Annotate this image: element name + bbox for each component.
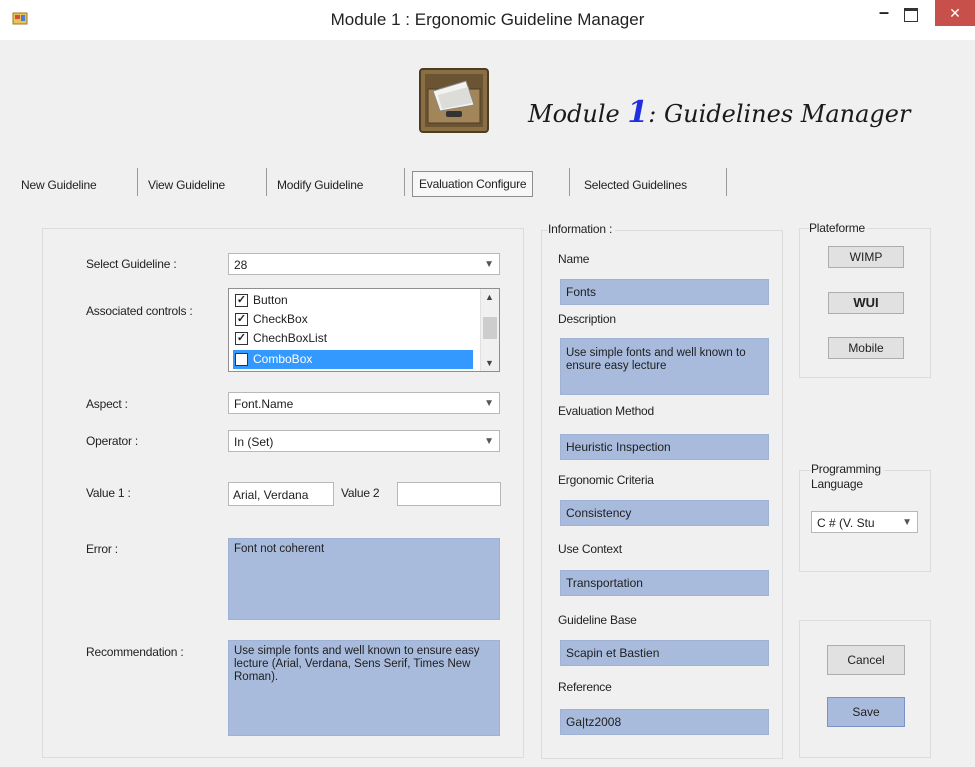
operator-value: In (Set) xyxy=(234,435,274,449)
mobile-button[interactable]: Mobile xyxy=(828,337,904,359)
list-item-label: CheckBox xyxy=(253,312,308,326)
programming-language-value: C # (V. Stu xyxy=(817,516,875,530)
tab-separator xyxy=(726,168,727,196)
guideline-base-field[interactable]: Scapin et Bastien xyxy=(560,640,769,666)
tab-separator xyxy=(137,168,138,196)
close-button[interactable]: ✕ xyxy=(935,0,975,26)
guideline-base-label: Guideline Base xyxy=(558,613,637,627)
chevron-down-icon: ▼ xyxy=(902,517,912,528)
wimp-button[interactable]: WIMP xyxy=(828,246,904,268)
aspect-label: Aspect : xyxy=(86,397,128,411)
description-field[interactable]: Use simple fonts and well known to ensur… xyxy=(560,338,769,395)
description-label: Description xyxy=(558,312,616,326)
chevron-down-icon: ▼ xyxy=(484,259,494,270)
value2-input[interactable] xyxy=(397,482,501,506)
list-scrollbar[interactable]: ▲ ▼ xyxy=(480,289,499,371)
tab-separator xyxy=(404,168,405,196)
actions-group xyxy=(799,620,931,758)
platform-group-label: Plateforme xyxy=(809,221,869,235)
chevron-down-icon: ▼ xyxy=(484,436,494,447)
value1-input[interactable]: Arial, Verdana xyxy=(228,482,334,506)
check-icon[interactable]: ✓ xyxy=(235,332,248,345)
header-title-suffix: : Guidelines Manager xyxy=(648,100,911,128)
error-textarea[interactable]: Font not coherent xyxy=(228,538,500,620)
tab-separator xyxy=(266,168,267,196)
name-label: Name xyxy=(558,252,590,266)
evaluation-method-field[interactable]: Heuristic Inspection xyxy=(560,434,769,460)
associated-controls-list[interactable]: ✓ Button ✓ CheckBox ✓ ChechBoxList ✓ Com… xyxy=(228,288,500,372)
scroll-down-icon[interactable]: ▼ xyxy=(485,358,494,368)
header-title-prefix: Module xyxy=(528,100,628,128)
tab-selected-guidelines[interactable]: Selected Guidelines xyxy=(584,172,687,198)
programming-label-line1: Programming xyxy=(811,462,881,476)
chevron-down-icon: ▼ xyxy=(484,398,494,409)
header-title-number: 1 xyxy=(627,95,649,130)
information-group-label: Information : xyxy=(548,222,616,236)
associated-controls-label: Associated controls : xyxy=(86,304,193,318)
check-icon[interactable]: ✓ xyxy=(235,313,248,326)
use-context-label: Use Context xyxy=(558,542,622,556)
list-item[interactable]: ✓ ChechBoxList xyxy=(233,329,473,348)
check-icon[interactable]: ✓ xyxy=(235,294,248,307)
select-guideline-value: 28 xyxy=(234,258,248,272)
list-item-label: Button xyxy=(253,293,288,307)
window-title: Module 1 : Ergonomic Guideline Manager xyxy=(330,10,645,29)
value1-label: Value 1 : xyxy=(86,486,131,500)
evaluation-method-label: Evaluation Method xyxy=(558,404,654,418)
use-context-field[interactable]: Transportation xyxy=(560,570,769,596)
tab-view-guideline[interactable]: View Guideline xyxy=(148,172,225,198)
operator-label: Operator : xyxy=(86,434,139,448)
aspect-value: Font.Name xyxy=(234,397,294,411)
scroll-thumb[interactable] xyxy=(483,317,497,339)
aspect-combo[interactable]: Font.Name ▼ xyxy=(228,392,500,414)
recommendation-label: Recommendation : xyxy=(86,645,184,659)
tab-new-guideline[interactable]: New Guideline xyxy=(21,172,97,198)
list-item-label: ChechBoxList xyxy=(253,331,328,345)
recommendation-textarea[interactable]: Use simple fonts and well known to ensur… xyxy=(228,640,500,736)
list-item-selected[interactable]: ✓ ComboBox xyxy=(233,350,473,369)
select-guideline-label: Select Guideline : xyxy=(86,257,177,271)
maximize-button[interactable] xyxy=(904,8,918,22)
programming-language-combo[interactable]: C # (V. Stu ▼ xyxy=(811,511,918,533)
check-icon[interactable]: ✓ xyxy=(235,353,248,366)
error-label: Error : xyxy=(86,542,118,556)
programming-label-line2: Language xyxy=(811,477,863,491)
tab-modify-guideline[interactable]: Modify Guideline xyxy=(277,172,363,198)
wui-button[interactable]: WUI xyxy=(828,292,904,314)
select-guideline-combo[interactable]: 28 ▼ xyxy=(228,253,500,275)
save-button[interactable]: Save xyxy=(827,697,905,727)
reference-label: Reference xyxy=(558,680,612,694)
name-field[interactable]: Fonts xyxy=(560,279,769,305)
programming-language-label: Programming Language xyxy=(811,462,884,492)
ergonomic-criteria-field[interactable]: Consistency xyxy=(560,500,769,526)
header-title: Module 1: Guidelines Manager xyxy=(528,95,910,130)
value2-label: Value 2 xyxy=(341,486,380,500)
list-item-label: ComboBox xyxy=(253,352,313,366)
tab-evaluation-configure[interactable]: Evaluation Configure xyxy=(412,171,534,197)
scroll-up-icon[interactable]: ▲ xyxy=(485,292,494,302)
file-cabinet-icon xyxy=(418,67,490,134)
operator-combo[interactable]: In (Set) ▼ xyxy=(228,430,500,452)
ergonomic-criteria-label: Ergonomic Criteria xyxy=(558,473,654,487)
list-item[interactable]: ✓ CheckBox xyxy=(233,310,473,329)
cancel-button[interactable]: Cancel xyxy=(827,645,905,675)
minimize-button[interactable]: – xyxy=(874,2,894,26)
tab-separator xyxy=(569,168,570,196)
list-item[interactable]: ✓ Button xyxy=(233,291,473,310)
reference-field[interactable]: Ga|tz2008 xyxy=(560,709,769,735)
